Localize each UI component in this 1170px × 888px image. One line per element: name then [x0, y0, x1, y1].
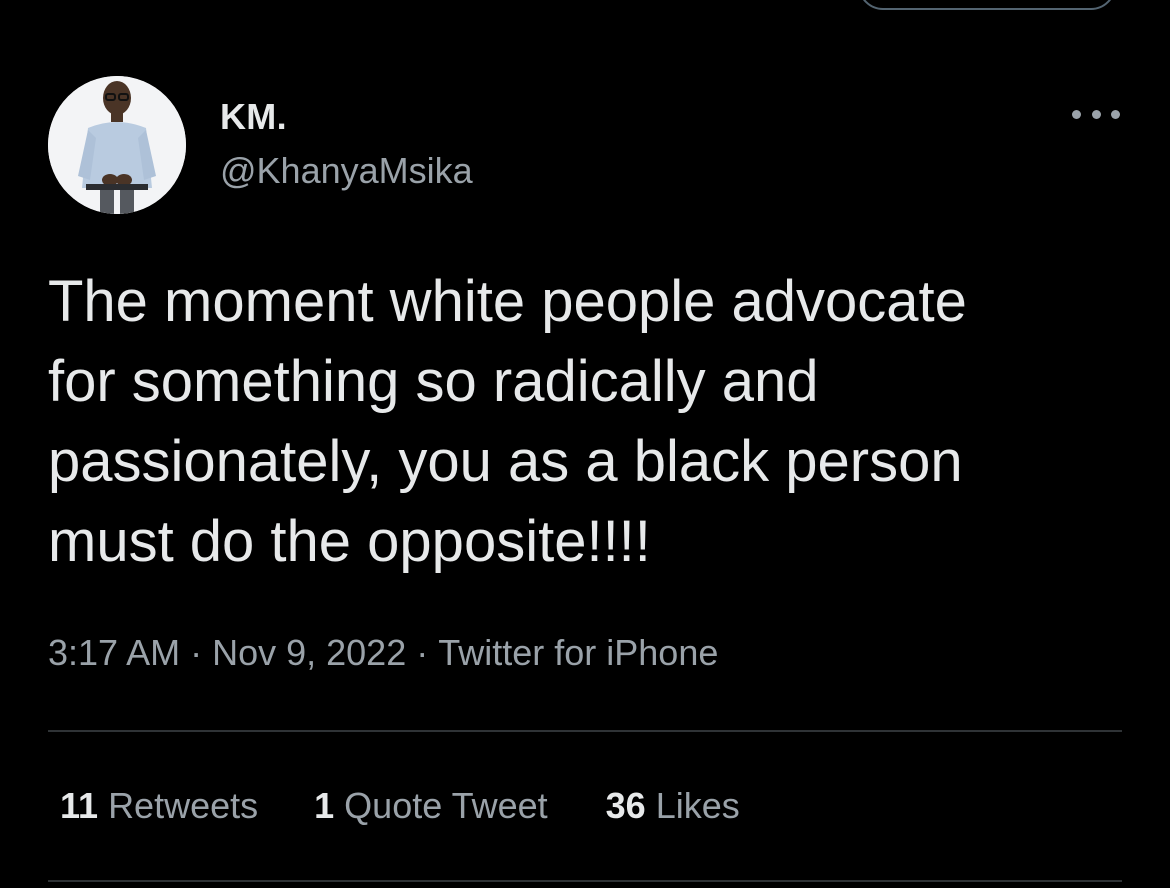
tweet-date[interactable]: Nov 9, 2022 — [212, 632, 406, 673]
tweet-source[interactable]: Twitter for iPhone — [438, 632, 718, 673]
meta-separator: · — [190, 632, 203, 673]
tweet-time[interactable]: 3:17 AM — [48, 632, 180, 673]
quote-tweets-count: 1 — [314, 785, 335, 826]
divider — [48, 880, 1122, 882]
divider — [48, 730, 1122, 732]
avatar[interactable] — [48, 76, 186, 214]
retweets-stat[interactable]: 11 Retweets — [60, 785, 258, 827]
more-options-icon[interactable] — [1072, 104, 1120, 124]
quote-tweets-label: Quote Tweet — [344, 785, 548, 826]
engagement-stats: 11 Retweets 1 Quote Tweet 36 Likes — [60, 785, 740, 827]
likes-stat[interactable]: 36 Likes — [606, 785, 740, 827]
display-name[interactable]: KM. — [220, 96, 287, 138]
tweet-text: The moment white people advocate for som… — [48, 269, 967, 574]
follow-button[interactable] — [858, 0, 1116, 10]
retweets-count: 11 — [60, 785, 99, 826]
retweets-label: Retweets — [108, 785, 259, 826]
likes-count: 36 — [605, 785, 646, 826]
profile-photo-icon — [48, 76, 186, 214]
quote-tweets-stat[interactable]: 1 Quote Tweet — [314, 785, 548, 827]
meta-separator: · — [416, 632, 429, 673]
user-handle[interactable]: @KhanyaMsika — [220, 150, 473, 192]
tweet-meta: 3:17 AM · Nov 9, 2022 · Twitter for iPhone — [48, 632, 718, 674]
likes-label: Likes — [655, 785, 740, 826]
